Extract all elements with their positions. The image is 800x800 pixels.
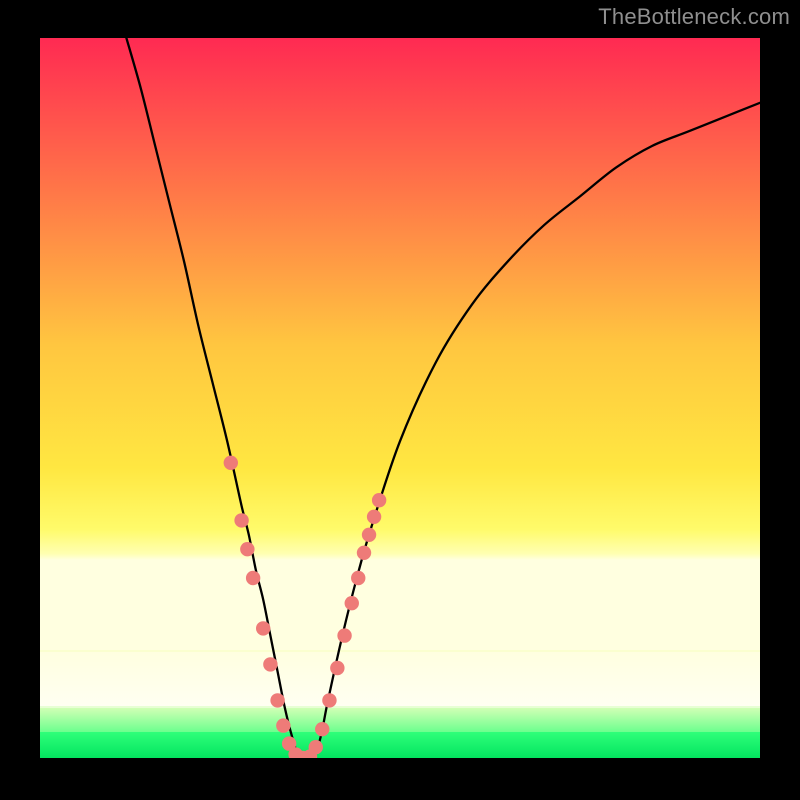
chart-frame: TheBottleneck.com <box>0 0 800 800</box>
marker-dot <box>372 493 386 507</box>
bottleneck-curve <box>126 38 760 758</box>
marker-dot <box>322 693 336 707</box>
marker-dot <box>256 621 270 635</box>
watermark-text: TheBottleneck.com <box>598 4 790 30</box>
marker-dot <box>345 596 359 610</box>
marker-dot <box>276 718 290 732</box>
marker-dot <box>270 693 284 707</box>
marker-dot <box>367 510 381 524</box>
highlighted-points <box>224 456 387 758</box>
marker-dot <box>309 740 323 754</box>
marker-dot <box>240 542 254 556</box>
marker-dot <box>263 657 277 671</box>
marker-dot <box>315 722 329 736</box>
marker-dot <box>224 456 238 470</box>
marker-dot <box>234 513 248 527</box>
marker-dot <box>330 661 344 675</box>
marker-dot <box>246 571 260 585</box>
plot-area <box>40 38 760 758</box>
marker-dot <box>351 571 365 585</box>
marker-dot <box>362 528 376 542</box>
marker-dot <box>337 628 351 642</box>
marker-dot <box>357 546 371 560</box>
curve-layer <box>40 38 760 758</box>
